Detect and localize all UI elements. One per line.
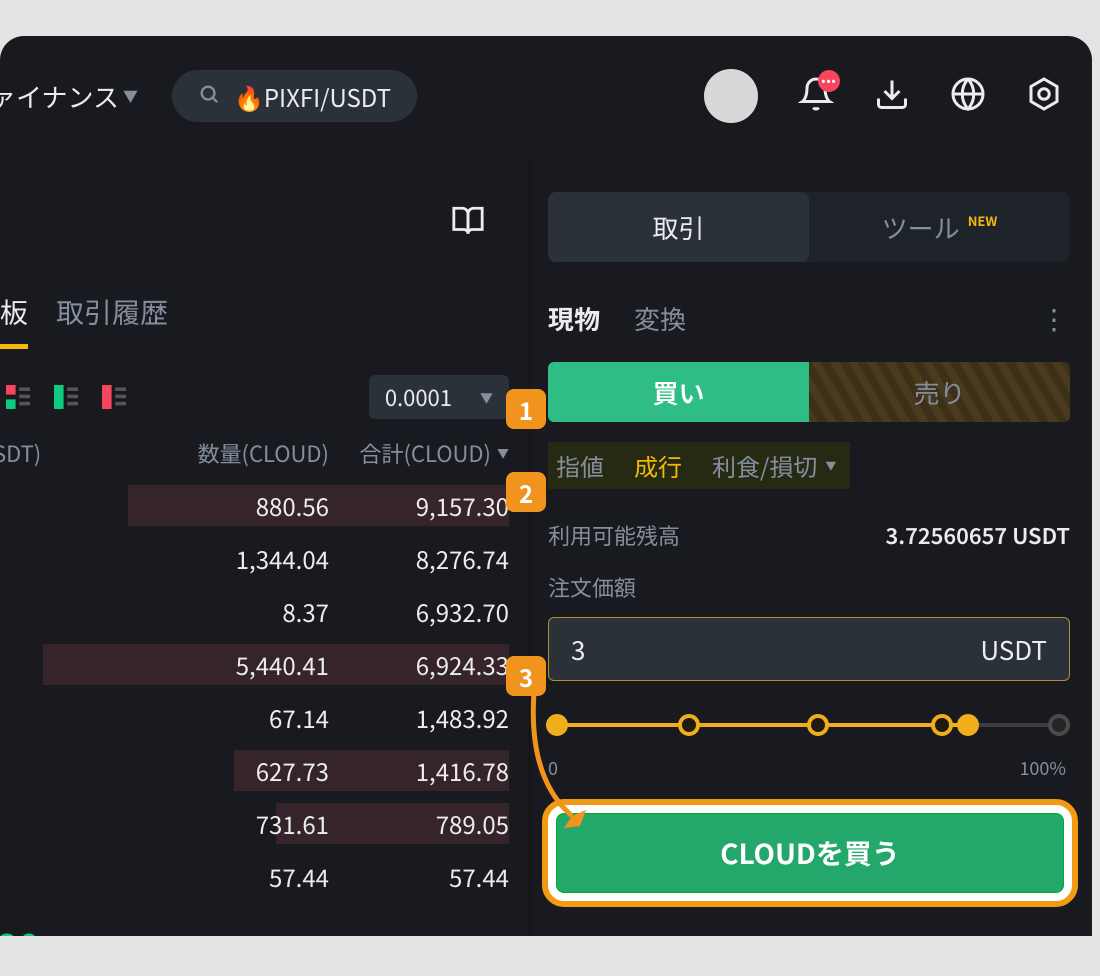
col-total[interactable]: 合計(CLOUD) ▼ — [329, 437, 509, 469]
subtab-convert[interactable]: 変換 — [634, 300, 686, 337]
orderbook-tabs: 板 取引履歴 — [0, 156, 529, 349]
notifications-button[interactable]: ••• — [798, 76, 834, 117]
ask-qty: 67.14 — [26, 700, 329, 735]
precision-dropdown[interactable]: 0.0001 ▼ — [369, 375, 509, 419]
tab-trade[interactable]: 取引 — [548, 192, 809, 262]
order-type-limit[interactable]: 指値 — [556, 448, 604, 483]
ask-row[interactable]: 9267.141,483.92 — [0, 691, 529, 744]
ask-row[interactable]: 935,440.416,924.33 — [0, 638, 529, 691]
chevron-down-icon: ▼ — [123, 86, 138, 107]
ask-total: 57.44 — [329, 859, 509, 894]
chevron-down-icon: ▼ — [497, 445, 509, 462]
ask-row[interactable]: 98880.569,157.30 — [0, 479, 529, 532]
orderbook-panel: 板 取引履歴 0.0001 ▼ — [0, 156, 530, 936]
chevron-down-icon: ▼ — [480, 388, 493, 407]
ask-qty: 627.73 — [26, 753, 329, 788]
ask-row[interactable]: 89627.731,416.78 — [0, 744, 529, 797]
ask-qty: 880.56 — [26, 488, 329, 523]
docs-icon[interactable] — [451, 204, 485, 243]
ask-price: 92 — [0, 700, 26, 735]
order-type-stoploss[interactable]: 利食/損切 ▼ — [712, 448, 836, 483]
ask-price: 86 — [0, 859, 26, 894]
arrow-annotation — [520, 688, 600, 838]
ask-price: 93 — [0, 647, 26, 682]
ask-price: 94 — [0, 594, 26, 629]
ask-price: 95 — [0, 541, 26, 576]
notification-badge: ••• — [818, 70, 840, 92]
ask-price: 89 — [0, 753, 26, 788]
asks-list: 98880.569,157.30951,344.048,276.74948.37… — [0, 479, 529, 903]
buy-button[interactable]: CLOUDを買う — [556, 813, 1064, 893]
ask-qty: 1,344.04 — [26, 541, 329, 576]
ask-qty: 8.37 — [26, 594, 329, 629]
tab-orderbook[interactable]: 板 — [0, 292, 28, 349]
brand-dropdown[interactable]: ァイナンス ▼ — [0, 78, 138, 115]
last-price: .2880 — [0, 917, 40, 936]
search-text: 🔥PIXFI/USDT — [234, 79, 391, 114]
ask-row[interactable]: 88731.61789.05 — [0, 797, 529, 850]
slider-max: 100% — [1019, 755, 1066, 781]
depth-asks-icon[interactable] — [102, 385, 126, 409]
order-type-market[interactable]: 成行 — [634, 448, 682, 483]
order-panel: 取引 ツール NEW 現物 変換 ⋮ 買い 売り 指値 成行 利食/損切 — [530, 156, 1092, 936]
ask-total: 9,157.30 — [329, 488, 509, 523]
ask-total: 6,924.33 — [329, 647, 509, 682]
precision-value: 0.0001 — [385, 381, 452, 413]
tab-trade-history[interactable]: 取引履歴 — [56, 292, 168, 349]
download-icon[interactable] — [874, 76, 910, 117]
avatar[interactable] — [704, 69, 758, 123]
sell-toggle[interactable]: 売り — [809, 362, 1070, 422]
search-box[interactable]: 🔥PIXFI/USDT — [172, 70, 417, 122]
col-price: (USDT) — [0, 437, 56, 469]
ask-row[interactable]: 8657.4457.44 — [0, 850, 529, 903]
ask-row[interactable]: 951,344.048,276.74 — [0, 532, 529, 585]
ask-row[interactable]: 948.376,932.70 — [0, 585, 529, 638]
ask-total: 789.05 — [329, 806, 509, 841]
confirm-highlight: CLOUDを買う — [542, 799, 1078, 907]
search-icon — [198, 83, 220, 110]
ask-qty: 5,440.41 — [26, 647, 329, 682]
order-amount-input[interactable]: 3 USDT — [548, 617, 1070, 681]
ask-qty: 731.61 — [26, 806, 329, 841]
balance-value: 3.72560657 USDT — [885, 519, 1070, 551]
step-badge-1: 1 — [506, 389, 546, 429]
right-tabs: 取引 ツール NEW — [548, 192, 1070, 262]
chevron-down-icon: ▼ — [825, 458, 836, 474]
depth-both-icon[interactable] — [6, 385, 30, 409]
step-badge-2: 2 — [506, 472, 546, 512]
ask-price: 98 — [0, 488, 26, 523]
settings-icon[interactable] — [1026, 76, 1062, 117]
more-icon[interactable]: ⋮ — [1040, 298, 1070, 338]
ask-total: 8,276.74 — [329, 541, 509, 576]
order-amount-value: 3 — [571, 631, 585, 668]
ask-total: 1,416.78 — [329, 753, 509, 788]
amount-slider[interactable] — [548, 723, 1066, 739]
ask-total: 6,932.70 — [329, 594, 509, 629]
buy-toggle[interactable]: 買い — [548, 362, 809, 422]
ask-total: 1,483.92 — [329, 700, 509, 735]
globe-icon[interactable] — [950, 76, 986, 117]
brand-label: ァイナンス — [0, 78, 119, 115]
tab-tools[interactable]: ツール NEW — [809, 192, 1070, 262]
order-amount-label: 注文価額 — [548, 571, 1092, 603]
subtab-spot[interactable]: 現物 — [548, 300, 600, 337]
depth-bids-icon[interactable] — [54, 385, 78, 409]
ask-qty: 57.44 — [26, 859, 329, 894]
col-qty: 数量(CLOUD) — [56, 437, 329, 469]
balance-label: 利用可能残高 — [548, 519, 680, 551]
new-badge: NEW — [968, 211, 998, 230]
top-nav: ァイナンス ▼ 🔥PIXFI/USDT ••• — [0, 36, 1092, 156]
order-amount-unit: USDT — [980, 631, 1047, 668]
ask-price: 88 — [0, 806, 26, 841]
